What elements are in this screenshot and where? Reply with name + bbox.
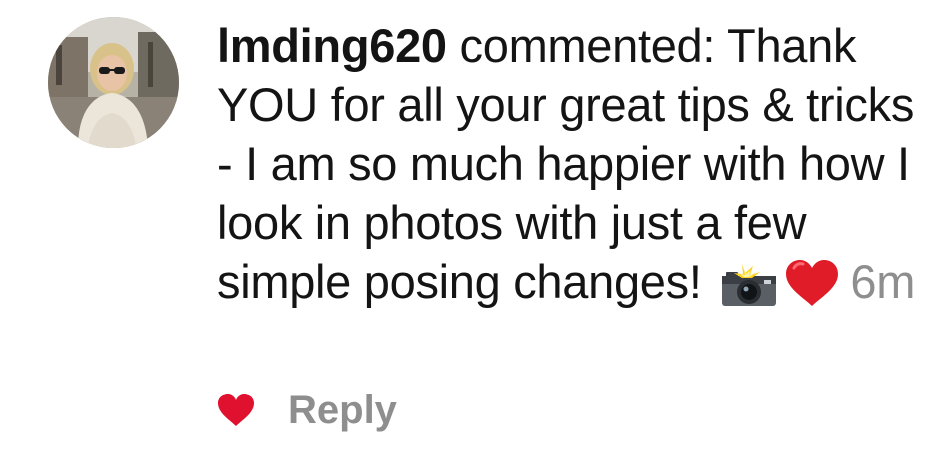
profile-photo-icon — [48, 17, 179, 148]
timestamp: 6m — [850, 255, 916, 308]
camera-with-flash-icon — [720, 262, 778, 321]
comment-item: lmding620 commented: Thank YOU for all y… — [0, 0, 943, 462]
comment-body: lmding620 commented: Thank YOU for all y… — [217, 16, 917, 321]
avatar[interactable] — [48, 17, 179, 148]
heart-icon[interactable] — [217, 393, 255, 427]
reply-button[interactable]: Reply — [288, 388, 397, 433]
username-link[interactable]: lmding620 — [217, 19, 447, 72]
red-heart-icon — [784, 258, 840, 321]
comment-actions: Reply — [217, 385, 397, 435]
